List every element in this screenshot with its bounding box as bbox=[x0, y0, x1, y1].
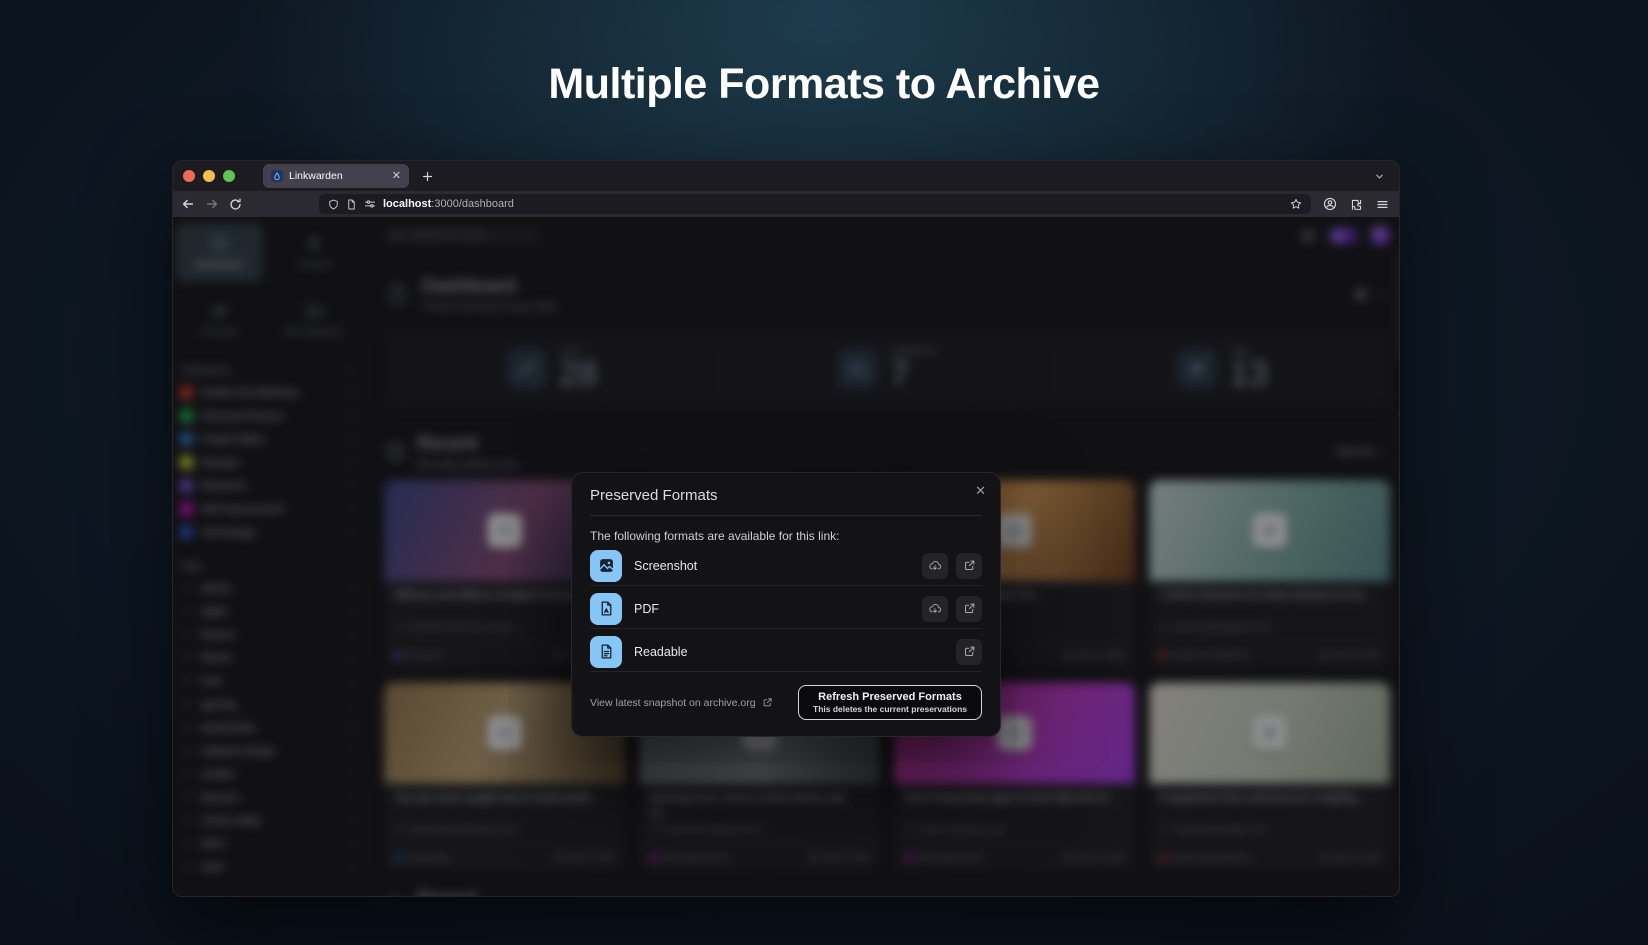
external-link-icon bbox=[762, 697, 773, 708]
modal-divider bbox=[590, 515, 982, 516]
url-bar[interactable]: localhost:3000/dashboard bbox=[319, 194, 1311, 214]
list-tabs-chevron-icon[interactable] bbox=[1374, 171, 1385, 182]
format-label: PDF bbox=[634, 602, 910, 616]
url-path: :3000/dashboard bbox=[431, 198, 514, 210]
pdf-icon bbox=[590, 593, 622, 625]
close-window-button[interactable] bbox=[183, 170, 195, 182]
format-label: Readable bbox=[634, 645, 944, 659]
toolbar-right-icons bbox=[1323, 197, 1389, 211]
refresh-preserved-formats-button[interactable]: Refresh Preserved Formats This deletes t… bbox=[798, 685, 982, 720]
image-icon bbox=[590, 550, 622, 582]
page-info-icon[interactable] bbox=[346, 199, 357, 210]
download-cloud-icon[interactable] bbox=[922, 596, 948, 622]
modal-description: The following formats are available for … bbox=[590, 529, 982, 543]
minimize-window-button[interactable] bbox=[203, 170, 215, 182]
tab-title: Linkwarden bbox=[289, 170, 386, 182]
linkwarden-app: Dashboard Pinned All Links bbox=[173, 217, 1399, 896]
browser-toolbar: localhost:3000/dashboard bbox=[173, 191, 1399, 217]
external-link-icon[interactable] bbox=[956, 553, 982, 579]
zoom-window-button[interactable] bbox=[223, 170, 235, 182]
tab-strip: Linkwarden ✕ bbox=[173, 161, 1399, 191]
linkwarden-favicon bbox=[271, 170, 283, 182]
preserved-formats-modal: Preserved Formats ✕ The following format… bbox=[571, 472, 1001, 737]
browser-tab-linkwarden[interactable]: Linkwarden ✕ bbox=[263, 164, 409, 188]
modal-title: Preserved Formats bbox=[590, 487, 982, 504]
browser-window: Linkwarden ✕ bbox=[172, 160, 1400, 897]
new-tab-button[interactable] bbox=[421, 170, 434, 183]
hero-title: Multiple Formats to Archive bbox=[0, 60, 1648, 109]
refresh-button-title: Refresh Preserved Formats bbox=[813, 691, 967, 703]
stage: Multiple Formats to Archive Linkwarden ✕ bbox=[0, 0, 1648, 945]
permissions-sliders-icon[interactable] bbox=[364, 198, 376, 210]
format-row-readable: Readable bbox=[590, 632, 982, 672]
reload-button[interactable] bbox=[229, 198, 242, 211]
download-cloud-icon[interactable] bbox=[922, 553, 948, 579]
url-host: localhost bbox=[383, 198, 431, 210]
modal-footer: View latest snapshot on archive.org Refr… bbox=[590, 685, 982, 720]
external-link-icon[interactable] bbox=[956, 639, 982, 665]
readable-icon bbox=[590, 636, 622, 668]
external-link-icon[interactable] bbox=[956, 596, 982, 622]
tab-close-icon[interactable]: ✕ bbox=[392, 171, 401, 182]
format-row-pdf: PDF bbox=[590, 589, 982, 629]
format-row-screenshot: Screenshot bbox=[590, 546, 982, 586]
format-label: Screenshot bbox=[634, 559, 910, 573]
archive-org-link[interactable]: View latest snapshot on archive.org bbox=[590, 697, 773, 709]
back-button[interactable] bbox=[181, 197, 195, 211]
menu-hamburger-icon[interactable] bbox=[1376, 198, 1389, 211]
extensions-puzzle-icon[interactable] bbox=[1350, 198, 1363, 211]
refresh-button-subtitle: This deletes the current preservations bbox=[813, 704, 967, 714]
close-icon[interactable]: ✕ bbox=[975, 484, 986, 497]
account-icon[interactable] bbox=[1323, 197, 1337, 211]
bookmark-star-icon[interactable] bbox=[1290, 198, 1302, 210]
forward-button[interactable] bbox=[205, 197, 219, 211]
url-text: localhost:3000/dashboard bbox=[383, 198, 1283, 210]
archive-link-label: View latest snapshot on archive.org bbox=[590, 697, 756, 709]
window-controls bbox=[183, 170, 235, 182]
shield-icon[interactable] bbox=[328, 199, 339, 210]
